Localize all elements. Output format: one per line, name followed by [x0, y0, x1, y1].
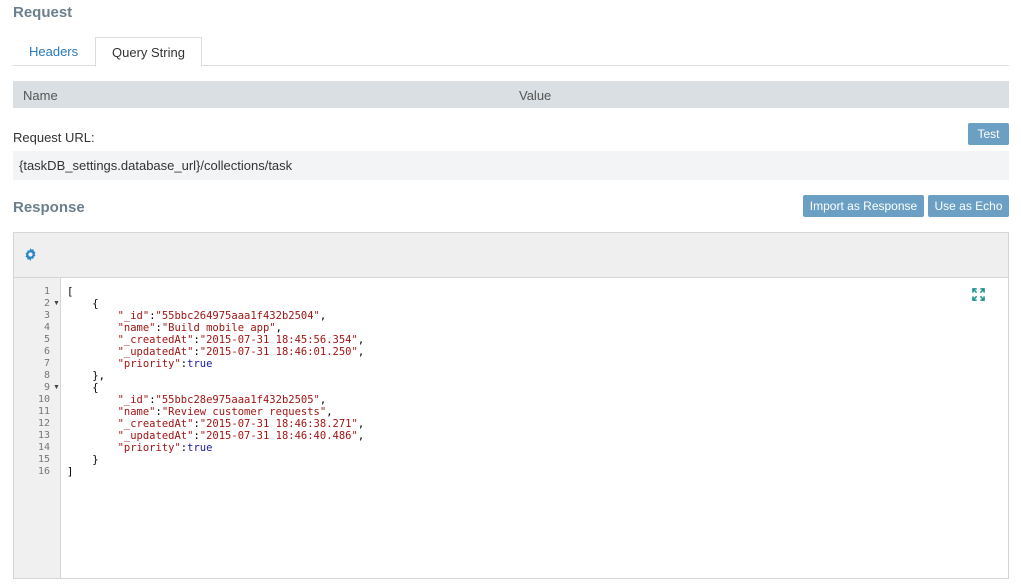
- line-number: 11: [37, 406, 50, 417]
- code-line: ]: [67, 466, 74, 478]
- test-button[interactable]: Test: [968, 123, 1009, 145]
- fold-toggle-icon[interactable]: ▼: [53, 298, 60, 310]
- code-line: "_createdAt":"2015-07-31 18:45:56.354",: [117, 334, 365, 346]
- tab-headers[interactable]: Headers: [13, 37, 94, 66]
- code-line: "_updatedAt":"2015-07-31 18:46:40.486",: [117, 430, 365, 442]
- line-number: 12: [37, 418, 50, 429]
- line-number: 5: [43, 334, 50, 345]
- line-number: 1: [43, 286, 50, 297]
- code-line: [: [67, 286, 74, 298]
- line-number: 8: [43, 370, 50, 381]
- code-line: "priority":true: [117, 442, 213, 454]
- expand-icon[interactable]: [972, 288, 985, 301]
- code-line: }: [92, 454, 99, 466]
- code-line: {: [92, 382, 99, 394]
- line-number: 7: [43, 358, 50, 369]
- line-number: 10: [37, 394, 50, 405]
- response-title: Response: [13, 199, 85, 216]
- column-header-name: Name: [23, 88, 58, 103]
- tab-query-string[interactable]: Query String: [95, 37, 202, 67]
- code-area[interactable]: [ { "_id":"55bbc264975aaa1f432b2504", "n…: [61, 278, 1008, 578]
- request-tabs: Headers Query String: [13, 37, 1009, 67]
- request-url-field[interactable]: {taskDB_settings.database_url}/collectio…: [13, 151, 1009, 180]
- fold-toggle-icon[interactable]: ▼: [53, 382, 60, 394]
- code-line: "priority":true: [117, 358, 213, 370]
- code-line: "_id":"55bbc28e975aaa1f432b2505",: [117, 394, 327, 406]
- line-number: 13: [37, 430, 50, 441]
- use-as-echo-button[interactable]: Use as Echo: [928, 195, 1009, 217]
- line-number-gutter: 1 2 ▼ 3 4 5 6 7 8 9 ▼ 10 11 12 13 14 15 16: [14, 278, 61, 578]
- code-line: "_updatedAt":"2015-07-31 18:46:01.250",: [117, 346, 365, 358]
- request-title: Request: [13, 4, 73, 21]
- params-table-header: Name Value: [13, 81, 1009, 108]
- request-url-label: Request URL:: [13, 130, 95, 145]
- line-number: 16: [37, 466, 50, 477]
- response-editor: 1 2 ▼ 3 4 5 6 7 8 9 ▼ 10 11 12 13 14 15 16 [ { "_id":"55b…: [13, 232, 1009, 579]
- column-header-value: Value: [519, 88, 552, 103]
- import-as-response-button[interactable]: Import as Response: [803, 195, 924, 217]
- line-number: 14: [37, 442, 50, 453]
- line-number: 2: [43, 298, 50, 309]
- code-line: "name":"Review customer requests",: [117, 406, 333, 418]
- code-line: "_id":"55bbc264975aaa1f432b2504",: [117, 310, 327, 322]
- code-line: "_createdAt":"2015-07-31 18:46:38.271",: [117, 418, 365, 430]
- line-number: 3: [43, 310, 50, 321]
- code-line: {: [92, 298, 99, 310]
- line-number: 9: [43, 382, 50, 393]
- line-number: 15: [37, 454, 50, 465]
- line-number: 6: [43, 346, 50, 357]
- code-line: "name":"Build mobile app",: [117, 322, 282, 334]
- code-line: },: [92, 370, 105, 382]
- editor-toolbar: [14, 233, 1008, 278]
- line-number: 4: [43, 322, 50, 333]
- gear-icon[interactable]: [24, 248, 37, 261]
